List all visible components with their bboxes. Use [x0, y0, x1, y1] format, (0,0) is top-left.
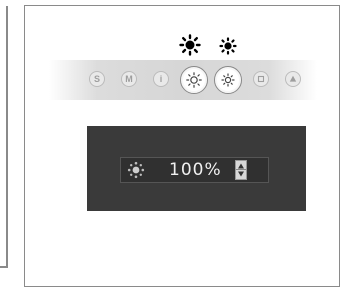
s-mode-label: S	[93, 74, 100, 84]
info-mode-button[interactable]: i	[153, 71, 169, 87]
brightness-high-icon	[186, 72, 202, 88]
value-stepper[interactable]	[235, 160, 247, 180]
brightness-value: 100%	[169, 160, 222, 180]
square-mode-button[interactable]	[253, 71, 269, 87]
s-mode-button[interactable]: S	[89, 71, 105, 87]
brightness-low-large-icon	[219, 37, 237, 55]
previous-panel-corner	[0, 266, 8, 268]
brightness-panel: S M i 100%	[24, 5, 340, 287]
triangle-mode-button[interactable]	[285, 71, 301, 87]
brightness-high-mode-button[interactable]	[180, 66, 208, 94]
brightness-low-mode-button[interactable]	[214, 66, 242, 94]
m-mode-button[interactable]: M	[121, 71, 137, 87]
info-mode-label: i	[159, 74, 163, 84]
brightness-high-large-icon	[179, 34, 201, 56]
brightness-low-icon	[221, 73, 235, 87]
stepper-down-icon[interactable]	[237, 170, 245, 178]
m-mode-label: M	[125, 74, 133, 84]
brightness-control-area: 100%	[87, 126, 306, 211]
mode-selector-strip: S M i	[49, 60, 317, 100]
previous-panel-border	[6, 6, 8, 268]
triangle-mode-icon	[289, 75, 297, 82]
selected-mode-indicators	[25, 34, 339, 58]
brightness-value-field[interactable]: 100%	[120, 157, 269, 183]
square-mode-icon	[257, 75, 265, 83]
previous-panel-edge	[0, 0, 12, 295]
brightness-icon	[127, 161, 145, 184]
